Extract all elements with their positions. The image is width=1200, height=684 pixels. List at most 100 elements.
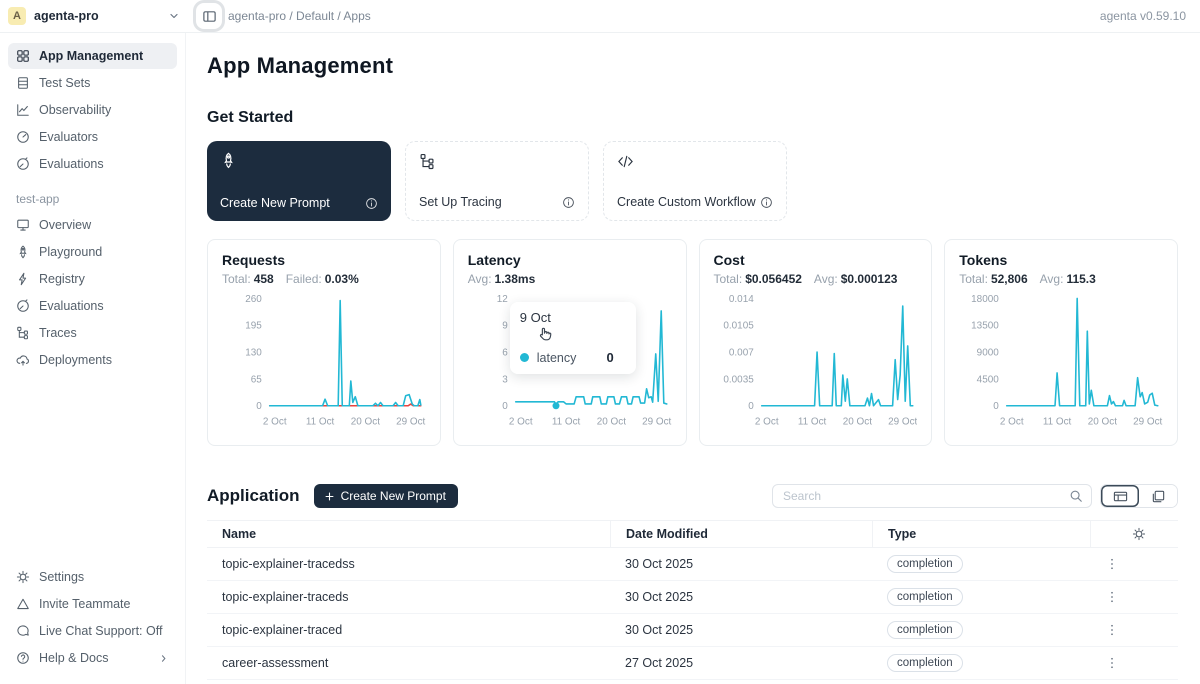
lightning-icon [16,272,30,286]
search-input[interactable] [781,488,1069,504]
get-started-card-label: Create New Prompt [220,196,330,210]
row-menu-button[interactable] [1105,656,1144,670]
svg-text:20 Oct: 20 Oct [351,417,380,428]
sidebar-item-app-management[interactable]: App Management [8,43,177,69]
sidebar-item-label: Evaluations [39,157,104,171]
breadcrumb[interactable]: agenta-pro / Default / Apps [228,9,1100,23]
sidebar-item-label: Overview [39,218,91,232]
panel-left-icon [202,9,217,24]
chart-card-cost: CostTotal:$0.056452Avg:$0.00012300.00350… [699,239,933,446]
table-row-topic-explainer-traceds[interactable]: topic-explainer-traceds30 Oct 2025comple… [207,581,1178,614]
sidebar-footer-item-invite-teammate[interactable]: Invite Teammate [8,591,177,617]
sidebar-app-item-deployments[interactable]: Deployments [8,347,177,373]
svg-text:11 Oct: 11 Oct [306,417,335,428]
get-started-card-label: Create Custom Workflow [617,195,756,209]
code-icon [617,153,634,170]
svg-text:6: 6 [502,348,508,359]
sidebar-item-label: Live Chat Support: Off [39,624,162,638]
svg-text:13500: 13500 [971,321,999,332]
tree-icon [16,326,30,340]
info-icon[interactable] [760,196,773,209]
app-name: topic-explainer-traceds [207,590,610,604]
gear-icon [16,570,30,584]
chevron-down-icon [168,10,180,22]
get-started-cards: Create New Prompt Set Up Tracing Create Cu… [207,141,1178,221]
svg-text:9000: 9000 [977,348,1000,359]
chart-plot-cost[interactable]: 00.00350.0070.01050.0142 Oct11 Oct20 Oct… [714,290,918,438]
get-started-card-create-new-prompt[interactable]: Create New Prompt [207,141,391,221]
sidebar-footer-item-help-docs[interactable]: Help & Docs [8,645,177,671]
get-started-card-create-custom-workflow[interactable]: Create Custom Workflow [603,141,787,221]
column-header-date-modified: Date Modified [610,521,872,547]
chart-title: Requests [222,252,426,268]
svg-text:20 Oct: 20 Oct [842,417,871,428]
table-body: topic-explainer-tracedss30 Oct 2025compl… [207,548,1178,680]
column-settings[interactable] [1090,521,1178,547]
create-new-prompt-label: Create New Prompt [341,489,446,503]
svg-text:2 Oct: 2 Oct [1000,417,1024,428]
row-menu-button[interactable] [1105,590,1144,604]
create-new-prompt-button[interactable]: Create New Prompt [314,484,458,508]
sidebar-item-label: Registry [39,272,85,286]
application-title: Application [207,486,300,506]
sidebar-item-test-sets[interactable]: Test Sets [8,70,177,96]
get-started-card-set-up-tracing[interactable]: Set Up Tracing [405,141,589,221]
sidebar-item-label: Invite Teammate [39,597,130,611]
table-icon [16,76,30,90]
sidebar-item-label: Help & Docs [39,651,108,665]
table-row-topic-explainer-tracedss[interactable]: topic-explainer-tracedss30 Oct 2025compl… [207,548,1178,581]
sidebar-main-nav: App ManagementTest Sets Observability Eval… [8,43,177,178]
chart-card-requests: RequestsTotal:458Failed:0.03%06513019526… [207,239,441,446]
tree-icon [419,153,436,170]
svg-text:29 Oct: 29 Oct [888,417,917,428]
svg-text:18000: 18000 [971,294,999,305]
info-icon[interactable] [365,197,378,210]
workspace-avatar: A [8,7,26,25]
chart-plot-tokens[interactable]: 04500900013500180002 Oct11 Oct20 Oct29 O… [959,290,1163,438]
svg-text:260: 260 [245,294,262,305]
card-view-button[interactable] [1139,485,1177,507]
app-date-modified: 30 Oct 2025 [610,590,872,604]
chart-stat: Avg:115.3 [1040,272,1096,286]
row-menu-button[interactable] [1105,557,1144,571]
sidebar-footer-item-settings[interactable]: Settings [8,564,177,590]
sidebar-app-item-traces[interactable]: Traces [8,320,177,346]
svg-text:20 Oct: 20 Oct [1088,417,1117,428]
workspace-selector[interactable]: A agenta-pro [8,7,180,25]
info-icon[interactable] [562,196,575,209]
chart-card-tokens: TokensTotal:52,806Avg:115.30450090001350… [944,239,1178,446]
chart-title: Cost [714,252,918,268]
get-started-card-label: Set Up Tracing [419,195,502,209]
sidebar-item-observability[interactable]: Observability [8,97,177,123]
main-content: App Management Get Started Create New Pr… [186,33,1200,684]
svg-text:9: 9 [502,321,508,332]
sidebar-item-label: Traces [39,326,77,340]
sidebar-app-item-playground[interactable]: Playground [8,239,177,265]
svg-text:65: 65 [251,374,263,385]
table-row-career-assessment[interactable]: career-assessment27 Oct 2025completion [207,647,1178,680]
view-toggle [1100,484,1178,508]
sidebar-footer-item-live-chat-support-off[interactable]: Live Chat Support: Off [8,618,177,644]
sidebar: App ManagementTest Sets Observability Eval… [0,33,186,684]
table-view-icon [1113,489,1128,504]
plus-icon [324,491,335,502]
sidebar-app-item-evaluations[interactable]: Evaluations [8,293,177,319]
column-header-name: Name [207,521,610,547]
sidebar-app-item-registry[interactable]: Registry [8,266,177,292]
row-menu-button[interactable] [1105,623,1144,637]
chart-title: Tokens [959,252,1163,268]
sidebar-app-item-overview[interactable]: Overview [8,212,177,238]
sidebar-item-evaluators[interactable]: Evaluators [8,124,177,150]
chart-plot-requests[interactable]: 0651301952602 Oct11 Oct20 Oct29 Oct [222,290,426,438]
info-icon [562,196,575,209]
sidebar-toggle-button[interactable] [196,3,222,29]
chart-title: Latency [468,252,672,268]
sidebar-item-evaluations[interactable]: Evaluations [8,151,177,177]
chat-icon [16,624,30,638]
table-row-topic-explainer-traced[interactable]: topic-explainer-traced30 Oct 2025complet… [207,614,1178,647]
sidebar-item-label: Observability [39,103,111,117]
search-icon[interactable] [1069,489,1083,503]
dots-vertical-icon [1105,557,1119,571]
table-view-button[interactable] [1101,485,1139,507]
svg-text:4500: 4500 [977,374,1000,385]
